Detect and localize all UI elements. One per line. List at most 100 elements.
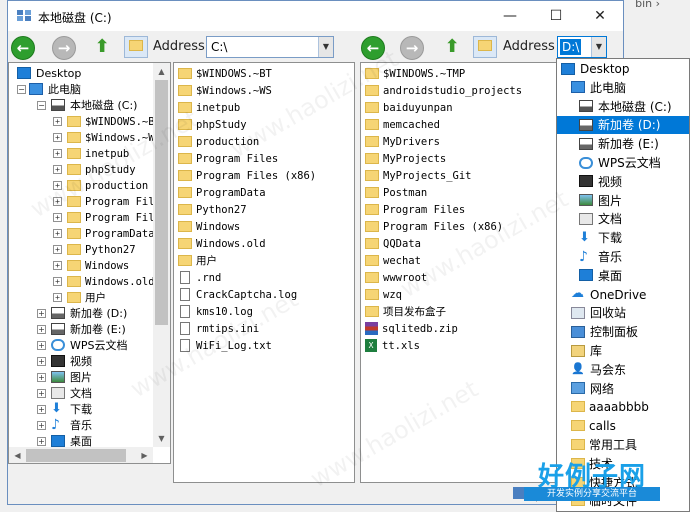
minimize-button[interactable]: — xyxy=(487,1,533,31)
list-item[interactable]: sqlitedb.zip xyxy=(365,321,458,337)
expand-icon[interactable]: + xyxy=(53,164,62,174)
dropdown-item[interactable]: 控制面板 xyxy=(557,323,689,341)
expand-icon[interactable]: + xyxy=(37,388,46,398)
dropdown-item[interactable]: ☁ OneDrive xyxy=(557,286,689,304)
tree-horizontal-scrollbar[interactable]: ◀ ▶ xyxy=(9,447,153,463)
list-item[interactable]: wwwroot xyxy=(365,270,427,286)
scroll-down-icon[interactable]: ▼ xyxy=(153,430,170,447)
expand-icon[interactable]: + xyxy=(53,132,62,142)
list-item[interactable]: $Windows.~WS xyxy=(178,83,272,99)
list-item[interactable]: 用户 xyxy=(178,253,217,269)
tree-scroll-thumb[interactable] xyxy=(155,80,168,325)
tree-item[interactable]: + 文档 xyxy=(37,386,92,402)
expand-icon[interactable]: + xyxy=(37,324,46,334)
list-item[interactable]: WiFi_Log.txt xyxy=(178,338,272,354)
dropdown-item[interactable]: 新加卷 (E:) xyxy=(557,135,689,153)
list-item[interactable]: $WINDOWS.~BT xyxy=(178,66,272,82)
maximize-button[interactable]: ☐ xyxy=(533,1,579,31)
c-drive-file-list[interactable]: $WINDOWS.~BT $Windows.~WS inetpub phpStudy p… xyxy=(173,62,355,483)
list-item[interactable]: wzq xyxy=(365,287,402,303)
dropdown-item[interactable]: 网络 xyxy=(557,380,689,398)
tree-item[interactable]: + WPS云文档 xyxy=(37,338,128,354)
dropdown-item[interactable]: 新加卷 (D:) xyxy=(557,116,689,135)
list-item[interactable]: inetpub xyxy=(178,100,240,116)
expand-icon[interactable]: + xyxy=(37,356,46,366)
tree-item[interactable]: + production xyxy=(53,178,148,194)
expand-icon[interactable]: + xyxy=(53,148,62,158)
chevron-down-icon[interactable]: ▼ xyxy=(318,37,333,57)
left-folders-toggle-button[interactable] xyxy=(124,36,148,58)
list-item[interactable]: Program Files xyxy=(365,202,465,218)
tree-item[interactable]: + ProgramData xyxy=(53,226,155,242)
collapse-icon[interactable]: − xyxy=(17,84,26,94)
left-address-input[interactable]: C:\ ▼ xyxy=(206,36,334,58)
expand-icon[interactable]: + xyxy=(37,372,46,382)
list-item[interactable]: .rnd xyxy=(178,270,221,286)
expand-icon[interactable]: + xyxy=(53,212,62,222)
list-item[interactable]: MyProjects xyxy=(365,151,446,167)
tree-item[interactable]: + Windows.old xyxy=(53,274,155,290)
folder-tree-pane[interactable]: Desktop − 此电脑 − 本地磁盘 (C:) + $WINDOWS.~BT + $Wind… xyxy=(8,62,171,464)
list-item[interactable]: MyDrivers xyxy=(365,134,440,150)
dropdown-item[interactable]: 图片 xyxy=(557,192,689,210)
list-item[interactable]: wechat xyxy=(365,253,421,269)
tree-item[interactable]: − 此电脑 xyxy=(17,82,81,98)
expand-icon[interactable]: + xyxy=(53,180,62,190)
scroll-up-icon[interactable]: ▲ xyxy=(153,63,170,80)
dropdown-item[interactable]: Desktop xyxy=(557,60,689,78)
expand-icon[interactable]: + xyxy=(37,420,46,430)
tree-vertical-scrollbar[interactable]: ▲ ▼ xyxy=(153,63,170,447)
tree-item[interactable]: + inetpub xyxy=(53,146,129,162)
list-item[interactable]: 项目发布盒子 xyxy=(365,304,446,320)
list-item[interactable]: Windows xyxy=(178,219,240,235)
expand-icon[interactable]: + xyxy=(53,196,62,206)
expand-icon[interactable]: + xyxy=(53,260,62,270)
expand-icon[interactable]: + xyxy=(37,436,46,446)
chevron-down-icon[interactable]: ▼ xyxy=(591,37,606,57)
close-button[interactable]: ✕ xyxy=(577,1,623,31)
list-item[interactable]: Python27 xyxy=(178,202,247,218)
dropdown-item[interactable]: WPS云文档 xyxy=(557,154,689,172)
dropdown-item[interactable]: 库 xyxy=(557,342,689,360)
dropdown-item[interactable]: 本地磁盘 (C:) xyxy=(557,98,689,116)
tree-item[interactable]: + ⬇ 下载 xyxy=(37,402,92,418)
expand-icon[interactable]: + xyxy=(53,228,62,238)
list-item[interactable]: production xyxy=(178,134,259,150)
tree-item[interactable]: − 本地磁盘 (C:) xyxy=(37,98,137,114)
title-bar[interactable]: 本地磁盘 (C:) — ☐ ✕ xyxy=(8,1,623,31)
tree-item[interactable]: + 新加卷 (D:) xyxy=(37,306,127,322)
expand-icon[interactable]: + xyxy=(53,276,62,286)
list-item[interactable]: phpStudy xyxy=(178,117,247,133)
left-forward-button[interactable]: → xyxy=(52,36,76,60)
right-address-input[interactable]: D:\ ▼ xyxy=(557,36,607,58)
right-folders-toggle-button[interactable] xyxy=(473,36,497,58)
dropdown-item[interactable]: ♪ 音乐 xyxy=(557,248,689,266)
d-drive-file-list[interactable]: $WINDOWS.~TMP androidstudio_projects baidu… xyxy=(360,62,560,483)
right-up-folder-button[interactable]: ⬆ xyxy=(442,36,462,58)
dropdown-item[interactable]: 常用工具 xyxy=(557,436,689,454)
tree-item[interactable]: + $Windows.~WS xyxy=(53,130,161,146)
dropdown-item[interactable]: 回收站 xyxy=(557,304,689,322)
tree-item[interactable]: + phpStudy xyxy=(53,162,136,178)
expand-icon[interactable]: + xyxy=(37,308,46,318)
tree-item[interactable]: + 图片 xyxy=(37,370,92,386)
dropdown-item[interactable]: 文档 xyxy=(557,210,689,228)
list-item[interactable]: $WINDOWS.~TMP xyxy=(365,66,465,82)
list-item[interactable]: baiduyunpan xyxy=(365,100,453,116)
right-back-button[interactable]: ← xyxy=(361,36,385,60)
dropdown-item[interactable]: 桌面 xyxy=(557,267,689,285)
dropdown-item[interactable]: 此电脑 xyxy=(557,79,689,97)
dropdown-item[interactable]: ⬇ 下载 xyxy=(557,229,689,247)
list-item[interactable]: Xtt.xls xyxy=(365,338,420,354)
expand-icon[interactable]: + xyxy=(37,404,46,414)
dropdown-item[interactable]: 👤 马会东 xyxy=(557,361,689,379)
list-item[interactable]: Program Files (x86) xyxy=(365,219,503,235)
tree-item[interactable]: + ♪ 音乐 xyxy=(37,418,92,434)
dropdown-item[interactable]: 视频 xyxy=(557,173,689,191)
tree-item[interactable]: + Python27 xyxy=(53,242,136,258)
right-forward-button[interactable]: → xyxy=(400,36,424,60)
tree-item[interactable]: + 用户 xyxy=(53,290,106,306)
list-item[interactable]: androidstudio_projects xyxy=(365,83,522,99)
list-item[interactable]: Program Files xyxy=(178,151,278,167)
tree-item[interactable]: + Windows xyxy=(53,258,129,274)
